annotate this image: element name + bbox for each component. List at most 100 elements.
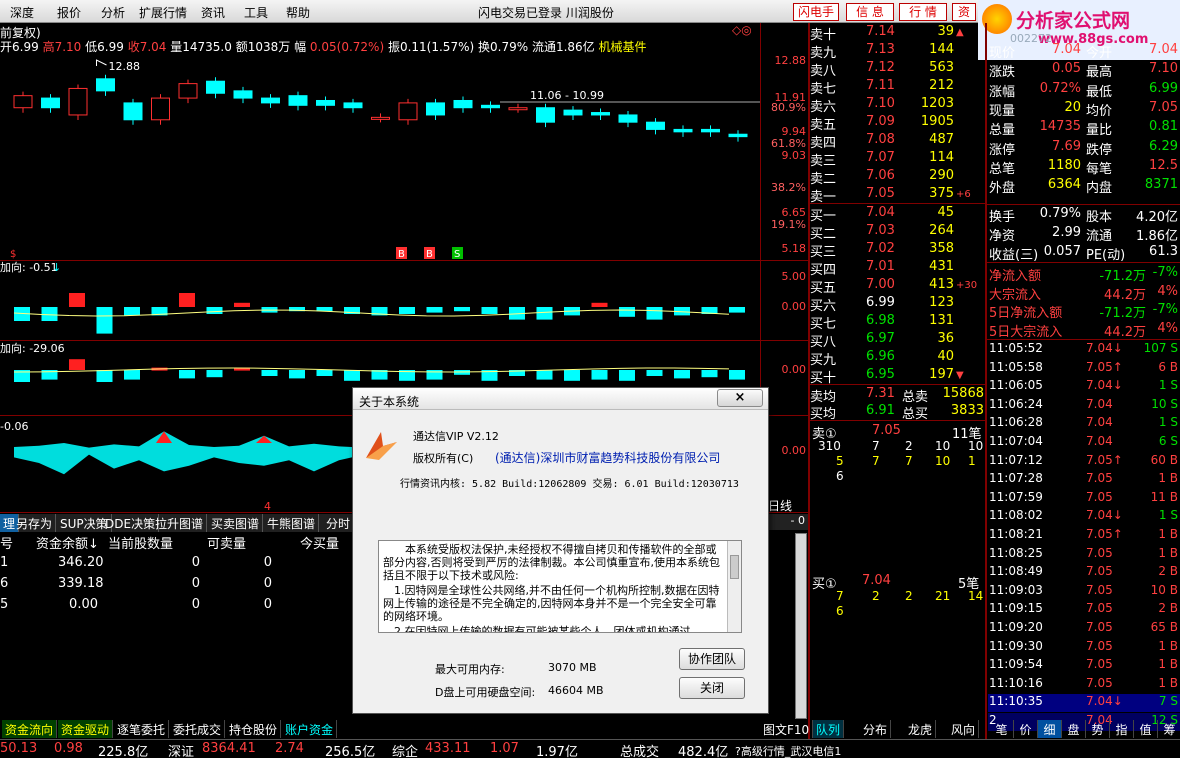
- order-volume: 36: [937, 331, 954, 346]
- function-tab[interactable]: 买卖图谱: [208, 514, 264, 532]
- tick-panel-tab[interactable]: 筹: [1158, 720, 1180, 738]
- menu-tools[interactable]: 工具: [244, 4, 268, 21]
- tick-panel-tab[interactable]: 势: [1086, 720, 1110, 738]
- table-header[interactable]: 号: [0, 533, 13, 552]
- news-button[interactable]: 资: [952, 3, 976, 21]
- account-tab[interactable]: 委托成交: [170, 720, 226, 738]
- account-tab[interactable]: 资金流向: [2, 720, 58, 738]
- tick-panel-tab[interactable]: 盘: [1062, 720, 1086, 738]
- order-row[interactable]: 卖五 7.09 1905: [810, 114, 985, 133]
- tick-row[interactable]: 11:06:05 7.04↓ 1 S: [988, 378, 1180, 396]
- order-row[interactable]: 买八 6.97 36: [810, 331, 985, 350]
- tick-row[interactable]: 11:09:54 7.05 1 B: [988, 657, 1180, 675]
- menu-ext-quote[interactable]: 扩展行情: [139, 4, 187, 21]
- license-para-2: 1.因特网是全球性公共网络,并不由任何一个机构所控制,数据在因特网上传输的途径是…: [383, 584, 720, 623]
- flow-percent: -7%: [1152, 265, 1178, 280]
- tick-row[interactable]: 11:09:15 7.05 2 B: [988, 601, 1180, 619]
- order-row[interactable]: 买七 6.98 131: [810, 313, 985, 332]
- order-row[interactable]: 买十 6.95 197 ▼: [810, 367, 985, 386]
- menu-news[interactable]: 资讯: [201, 4, 225, 21]
- function-tab[interactable]: 另存为: [13, 514, 57, 532]
- order-row[interactable]: 买六 6.99 123: [810, 295, 985, 314]
- tick-row[interactable]: 11:08:21 7.05↑ 1 B: [988, 527, 1180, 545]
- license-textbox[interactable]: 本系统受版权法保护,未经授权不得擅自拷贝和传播软件的全部或部分内容,否则将受到严…: [378, 540, 742, 633]
- flash-trade-button[interactable]: 闪电手: [793, 3, 839, 21]
- status-item: 总成交: [620, 745, 660, 758]
- license-scrollbar[interactable]: [727, 541, 741, 632]
- order-row[interactable]: 卖三 7.07 114: [810, 150, 985, 169]
- day-line-tab[interactable]: 日线: [768, 497, 792, 514]
- tick-row[interactable]: 11:10:35 7.04↓ 7 S: [988, 694, 1180, 713]
- company-link[interactable]: (通达信)深圳市财富趋势科技股份有限公司: [495, 449, 720, 466]
- order-level: 买五: [810, 281, 837, 296]
- menu-analysis[interactable]: 分析: [101, 4, 125, 21]
- tick-row[interactable]: 11:07:12 7.05↑ 60 B: [988, 453, 1180, 471]
- tick-row[interactable]: 11:09:30 7.05 1 B: [988, 639, 1180, 657]
- chart-mode-icons[interactable]: ◇◎: [732, 23, 752, 37]
- tick-row[interactable]: 11:09:03 7.05 10 B: [988, 583, 1180, 601]
- order-row[interactable]: 买四 7.01 431: [810, 259, 985, 278]
- tick-row[interactable]: 11:07:59 7.05 11 B: [988, 490, 1180, 508]
- order-row[interactable]: 买九 6.96 40: [810, 349, 985, 368]
- tick-row[interactable]: 11:10:16 7.05 1 B: [988, 676, 1180, 694]
- table-header[interactable]: 今买量: [300, 533, 339, 552]
- tick-row[interactable]: 11:07:28 7.05 1 B: [988, 471, 1180, 489]
- table-header[interactable]: 可卖量: [207, 533, 246, 552]
- tick-panel-tab[interactable]: 值: [1134, 720, 1158, 738]
- vertical-scrollbar[interactable]: [795, 533, 807, 719]
- account-tab[interactable]: 资金驱动: [58, 720, 114, 738]
- tick-row[interactable]: 11:05:58 7.05↑ 6 B: [988, 360, 1180, 378]
- function-tab[interactable]: DDE决策: [102, 514, 160, 532]
- tick-panel-tab[interactable]: 细: [1038, 720, 1062, 738]
- menu-help[interactable]: 帮助: [286, 4, 310, 21]
- tick-panel-tab[interactable]: 价: [1014, 720, 1038, 738]
- order-row[interactable]: 买五 7.00 413 +30: [810, 277, 985, 296]
- order-row[interactable]: 卖七 7.11 212: [810, 78, 985, 97]
- tick-row[interactable]: 11:08:25 7.05 1 B: [988, 546, 1180, 564]
- account-tab[interactable]: 账户资金: [282, 720, 338, 738]
- order-panel-tab[interactable]: 分布: [860, 720, 892, 738]
- order-row[interactable]: 卖九 7.13 144: [810, 42, 985, 61]
- order-row[interactable]: 买二 7.03 264: [810, 223, 985, 242]
- order-row[interactable]: 卖十 7.14 39 ▲: [810, 24, 985, 43]
- tick-row[interactable]: 11:07:04 7.04 6 S: [988, 434, 1180, 452]
- zoom-control[interactable]: - 0: [768, 514, 808, 530]
- tick-volume: 2 B: [1158, 601, 1178, 616]
- tick-panel-tab[interactable]: 笔: [990, 720, 1014, 738]
- account-tab[interactable]: 持仓股份: [226, 720, 282, 738]
- function-tab[interactable]: 分时: [323, 514, 355, 532]
- close-button[interactable]: 关闭: [679, 677, 745, 699]
- order-row[interactable]: 卖六 7.10 1203: [810, 96, 985, 115]
- function-tab[interactable]: 牛熊图谱: [264, 514, 320, 532]
- function-tab[interactable]: 拉升图谱: [152, 514, 208, 532]
- order-panel-tab[interactable]: 队列: [813, 720, 845, 738]
- team-button[interactable]: 协作团队: [679, 648, 745, 670]
- account-tab[interactable]: 逐笔委托: [114, 720, 170, 738]
- order-row[interactable]: 买一 7.04 45: [810, 205, 985, 224]
- stat-value: 0.72%: [1039, 80, 1081, 96]
- tick-row[interactable]: 11:06:28 7.04 1 S: [988, 415, 1180, 433]
- tick-row[interactable]: 11:06:24 7.04 10 S: [988, 397, 1180, 415]
- tick-row[interactable]: 11:05:52 7.04↓ 107 S: [988, 341, 1180, 359]
- quote-button[interactable]: 行 情: [899, 3, 947, 21]
- order-row[interactable]: 买三 7.02 358: [810, 241, 985, 260]
- tick-row[interactable]: 11:08:02 7.04↓ 1 S: [988, 508, 1180, 526]
- order-row[interactable]: 卖八 7.12 563: [810, 60, 985, 79]
- tick-panel-tab[interactable]: 指: [1110, 720, 1134, 738]
- table-header[interactable]: 当前股数量: [108, 533, 173, 552]
- order-panel-tab[interactable]: 龙虎: [905, 720, 937, 738]
- tick-row[interactable]: 11:08:49 7.05 2 B: [988, 564, 1180, 582]
- table-header[interactable]: 资金余额↓: [36, 533, 99, 552]
- price-axis-label: 19.1%: [771, 218, 806, 231]
- tick-row[interactable]: 11:09:20 7.05 65 B: [988, 620, 1180, 638]
- order-panel-tab[interactable]: 图文F10: [760, 720, 814, 738]
- close-icon[interactable]: ×: [717, 389, 763, 407]
- order-row[interactable]: 卖一 7.05 375 +6: [810, 186, 985, 205]
- menu-depth[interactable]: 深度: [10, 4, 34, 21]
- menu-quote[interactable]: 报价: [57, 4, 81, 21]
- order-price: 6.98: [866, 313, 895, 328]
- order-row[interactable]: 卖四 7.08 487: [810, 132, 985, 151]
- info-button[interactable]: 信 息: [846, 3, 894, 21]
- order-row[interactable]: 卖二 7.06 290: [810, 168, 985, 187]
- order-panel-tab[interactable]: 风向: [948, 720, 980, 738]
